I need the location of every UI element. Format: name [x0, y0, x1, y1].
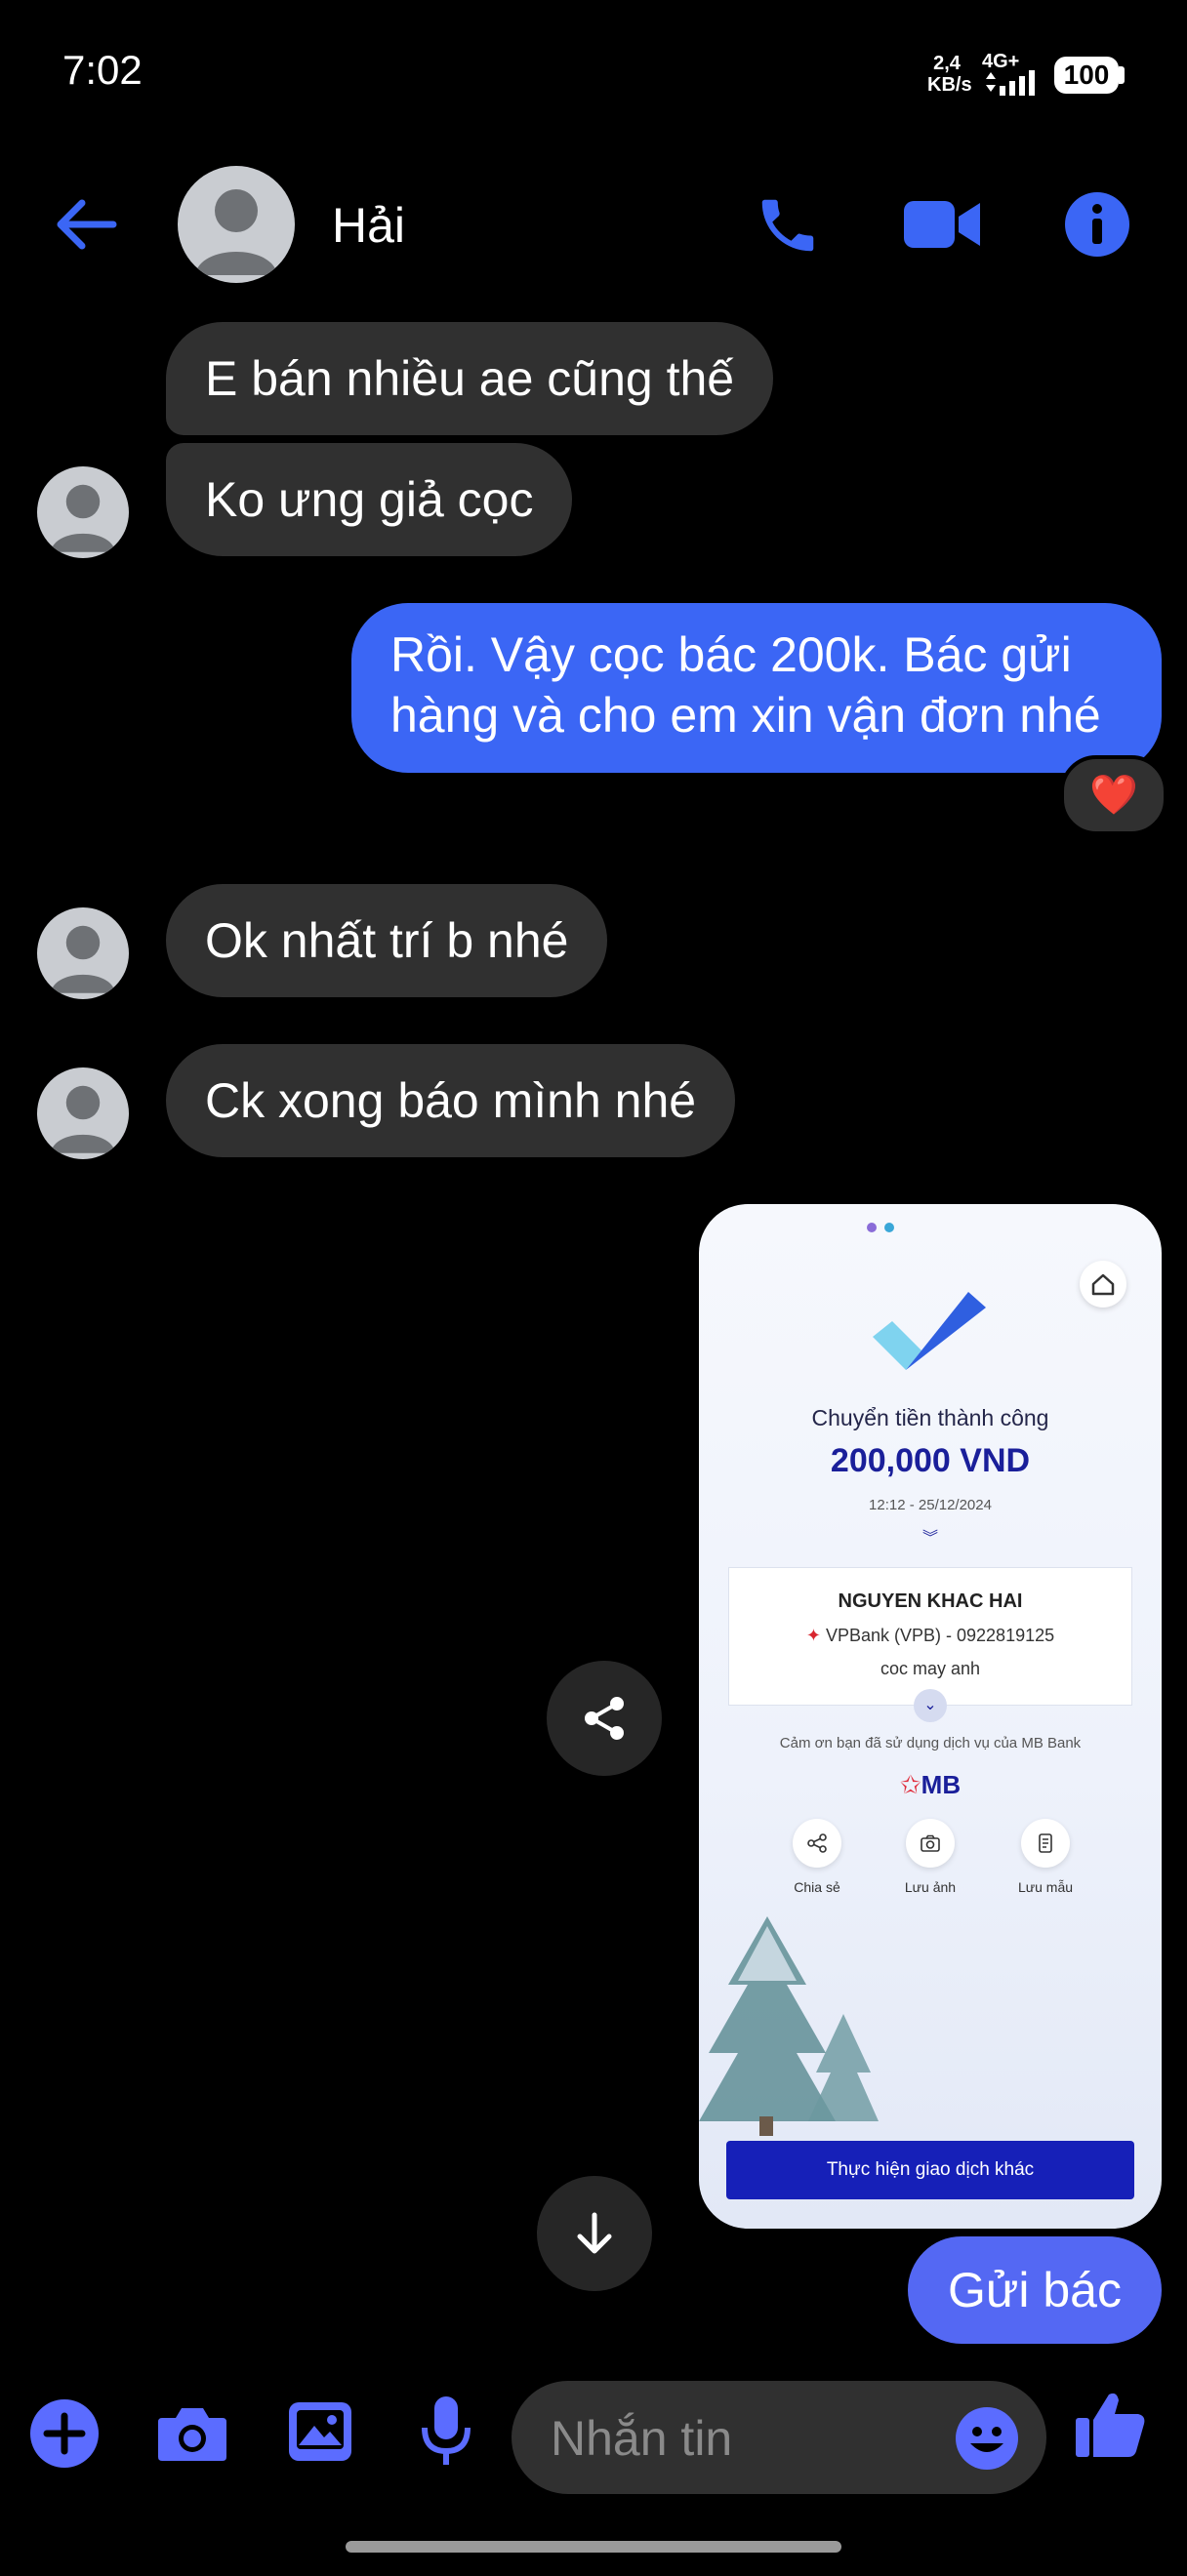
thanks-text: Cảm ơn bạn đã sử dụng dịch vụ của MB Ban…: [779, 1735, 1082, 1751]
gallery-icon[interactable]: [287, 2400, 353, 2463]
new-transaction-button: Thực hiện giao dịch khác: [726, 2141, 1134, 2199]
camera-dots: [867, 1220, 896, 1232]
battery-indicator: 100: [1054, 57, 1119, 94]
vpbank-logo-icon: ✦: [805, 1626, 821, 1645]
plus-icon[interactable]: [29, 2398, 100, 2469]
outgoing-message[interactable]: Gửi bác: [908, 2236, 1162, 2344]
info-icon[interactable]: [1064, 191, 1130, 258]
tree-illustration: [699, 1916, 879, 2136]
home-icon: [1080, 1261, 1126, 1308]
camera-icon: [906, 1819, 955, 1868]
mb-logo: ✩MB: [899, 1770, 962, 1799]
thumbs-up-icon[interactable]: [1074, 2387, 1148, 2461]
share-button[interactable]: [547, 1661, 662, 1776]
expand-icon: ⌄: [914, 1689, 947, 1722]
sender-avatar[interactable]: [37, 1067, 129, 1159]
transfer-amount: 200,000 VND: [830, 1442, 1031, 1479]
heart-reaction[interactable]: ❤️: [1060, 755, 1167, 835]
shared-image[interactable]: Chuyển tiền thành công 200,000 VND 12:12…: [699, 1204, 1162, 2229]
video-camera-icon[interactable]: [904, 195, 982, 254]
share-icon: [793, 1819, 841, 1868]
scroll-to-bottom-button[interactable]: [537, 2176, 652, 2291]
transfer-note: coc may anh: [880, 1659, 981, 1678]
person-icon: [51, 484, 115, 552]
recipient-name: NGUYEN KHAC HAI: [838, 1590, 1023, 1612]
recipient-bank: ✦ VPBank (VPB) - 0922819125: [805, 1626, 1055, 1645]
back-arrow-icon[interactable]: [55, 193, 117, 256]
battery-tip: [1119, 66, 1125, 84]
person-icon: [51, 925, 115, 993]
share-action: Chia sẻ: [763, 1819, 871, 1895]
transfer-datetime: 12:12 - 25/12/2024: [869, 1497, 992, 1513]
outgoing-message[interactable]: Rồi. Vậy cọc bác 200k. Bác gửi hàng và c…: [351, 603, 1162, 773]
message-input-placeholder: Nhắn tin: [551, 2411, 733, 2466]
status-time: 7:02: [62, 47, 143, 93]
person-icon: [51, 1085, 115, 1153]
sender-avatar[interactable]: [37, 466, 129, 558]
microphone-icon[interactable]: [420, 2395, 472, 2469]
contact-avatar[interactable]: [178, 166, 295, 283]
incoming-message[interactable]: Ko ưng giả cọc: [166, 443, 573, 556]
chevron-down-icon: ︾: [921, 1530, 938, 1547]
home-indicator[interactable]: [346, 2541, 841, 2553]
network-speed: 2,4 KB/s: [927, 53, 972, 96]
template-icon: [1021, 1819, 1070, 1868]
incoming-message[interactable]: E bán nhiều ae cũng thế: [166, 322, 774, 435]
camera-icon[interactable]: [156, 2404, 228, 2463]
checkmark-icon: [873, 1292, 986, 1370]
save-image-action: Lưu ảnh: [877, 1819, 984, 1895]
signal-icon: [986, 70, 1035, 96]
incoming-message[interactable]: Ok nhất trí b nhé: [166, 884, 608, 997]
share-icon: [585, 1697, 624, 1740]
phone-icon[interactable]: [754, 191, 822, 260]
save-template-action: Lưu mẫu: [992, 1819, 1099, 1895]
incoming-message[interactable]: Ck xong báo mình nhé: [166, 1044, 736, 1157]
sender-avatar[interactable]: [37, 907, 129, 999]
emoji-icon[interactable]: [955, 2406, 1019, 2471]
person-icon: [195, 189, 277, 275]
transfer-status: Chuyển tiền thành công: [811, 1405, 1049, 1430]
contact-name[interactable]: Hải: [332, 197, 405, 254]
mb-star-icon: ✩: [899, 1770, 921, 1799]
arrow-down-icon: [577, 2212, 612, 2254]
